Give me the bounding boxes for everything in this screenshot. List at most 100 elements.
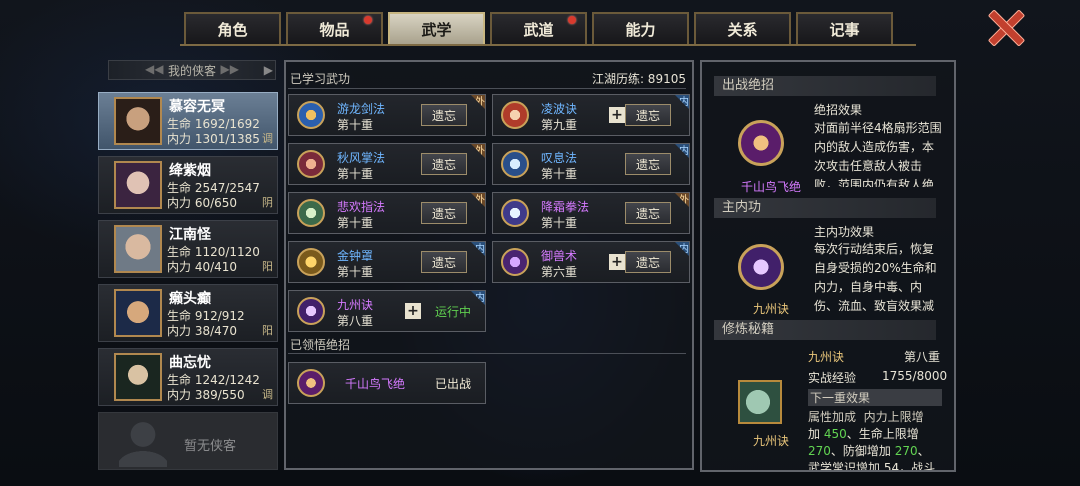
divider [288, 353, 686, 354]
skill-slot[interactable]: 悲欢指法 第十重 遗忘 外 [288, 192, 486, 234]
skill-level: 第九重 [541, 118, 578, 132]
my-heroes-header: ◀◀ 我的侠客 ▶▶ ▶ [108, 60, 276, 80]
tab-journal[interactable]: 记事 [796, 12, 893, 44]
hero-portrait [114, 353, 162, 401]
ultimate-big-icon[interactable] [738, 120, 784, 166]
ultimate-name: 千山鸟飞绝 [345, 377, 406, 391]
manual-level: 第八重 [904, 350, 941, 364]
hero-portrait [114, 225, 162, 273]
skill-slot[interactable]: 御兽术 第六重 + 遗忘 内 [492, 241, 690, 283]
ultimate-effect-title: 绝招效果 [814, 103, 863, 117]
hero-name: 曲忘忧 [169, 355, 211, 371]
manual-exp-value: 1755/8000 [882, 369, 948, 383]
finger-skill-icon [297, 199, 325, 227]
upgrade-plus-button[interactable]: + [405, 303, 421, 319]
tab-abilities[interactable]: 能力 [592, 12, 689, 44]
tab-martial-arts[interactable]: 武学 [388, 12, 485, 44]
notification-dot-icon [568, 16, 576, 24]
experience-counter: 江湖历练: 89105 [591, 72, 686, 86]
hero-name: 癞头癫 [169, 291, 211, 307]
attr-label: 属性加成 [808, 410, 857, 424]
beast-skill-icon [501, 248, 529, 276]
forget-button[interactable]: 遗忘 [625, 251, 671, 273]
skill-name: 游龙剑法 [337, 102, 386, 116]
attr-text: 加 [808, 427, 821, 441]
hero-card[interactable]: 慕容无冥 生命 1692/1692 内力 1301/1385 调 [98, 92, 278, 150]
skill-level: 第八重 [337, 314, 374, 328]
inner-effect-text: 每次行动结束后，恢复自身受损的20%生命和内力，自身中毒、内伤、流血、致盲效果减… [814, 242, 937, 313]
forget-button[interactable]: 遗忘 [421, 251, 467, 273]
hero-name: 江南怪 [169, 227, 211, 243]
skill-name: 御兽术 [541, 249, 578, 263]
skill-slot[interactable]: 叹息法 第十重 遗忘 内 [492, 143, 690, 185]
skill-type-badge: 外 [471, 193, 485, 207]
hero-portrait [114, 289, 162, 337]
manual-name: 九州诀 [808, 350, 845, 364]
empty-hero-slot[interactable]: 暂无侠客 [98, 412, 278, 470]
forget-button[interactable]: 遗忘 [421, 202, 467, 224]
tab-label: 武道 [523, 20, 554, 39]
expand-arrow-icon[interactable]: ▶ [264, 63, 273, 77]
close-icon[interactable] [986, 8, 1024, 46]
forget-button[interactable]: 遗忘 [625, 153, 671, 175]
attribute-line-2: 加 450、生命上限增 [808, 425, 919, 442]
tab-label: 物品 [319, 20, 350, 39]
upgrade-plus-button[interactable]: + [609, 107, 625, 123]
tab-relations[interactable]: 关系 [694, 12, 791, 44]
skill-slot[interactable]: 降霜拳法 第十重 遗忘 外 [492, 192, 690, 234]
inner-effect-title: 主内功效果 [814, 225, 875, 239]
skill-name: 金钟罩 [337, 249, 374, 263]
skill-type-badge: 内 [675, 242, 689, 256]
attr-text: 、防御增加 [830, 444, 891, 458]
notification-dot-icon [364, 16, 372, 24]
skill-level: 第十重 [337, 265, 374, 279]
attr-value: 270 [894, 444, 918, 458]
hero-card[interactable]: 癞头癫 生命 912/912 内力 38/470 阳 [98, 284, 278, 342]
upgrade-plus-button[interactable]: + [609, 254, 625, 270]
tab-martial-way[interactable]: 武道 [490, 12, 587, 44]
my-heroes-label: 我的侠客 [167, 63, 216, 78]
tab-character[interactable]: 角色 [184, 12, 281, 44]
hero-tag: 阳 [262, 324, 273, 337]
hero-name: 绛紫烟 [169, 163, 211, 179]
skill-slot[interactable]: 秋风掌法 第十重 遗忘 外 [288, 143, 486, 185]
attr-text: 、生命上限增 [846, 427, 919, 441]
skill-name: 叹息法 [541, 151, 578, 165]
ultimate-slot[interactable]: 千山鸟飞绝 已出战 [288, 362, 486, 404]
nine-states-skill-icon [297, 297, 325, 325]
skill-slot[interactable]: 九州诀 第八重 + 运行中 内 [288, 290, 486, 332]
empty-slot-label: 暂无侠客 [184, 439, 237, 454]
forget-button[interactable]: 遗忘 [625, 104, 671, 126]
ultimate-section-title: 已领悟绝招 [290, 338, 351, 352]
forget-button[interactable]: 遗忘 [421, 104, 467, 126]
footwork-skill-icon [501, 101, 529, 129]
forget-button[interactable]: 遗忘 [421, 153, 467, 175]
tab-items[interactable]: 物品 [286, 12, 383, 44]
inner-skill-big-icon[interactable] [738, 244, 784, 290]
attribute-line-1: 属性加成 内力上限增 [808, 408, 924, 425]
hero-card[interactable]: 江南怪 生命 1120/1120 内力 40/410 阳 [98, 220, 278, 278]
hero-card[interactable]: 绛紫烟 生命 2547/2547 内力 60/650 阴 [98, 156, 278, 214]
hero-name: 慕容无冥 [169, 99, 225, 115]
hero-mp: 内力 1301/1385 [167, 132, 260, 146]
inner-skill-name: 九州诀 [752, 302, 789, 316]
divider [288, 88, 686, 89]
attribute-line-4: 武学常识增加 54，战斗 [808, 461, 936, 470]
skill-type-badge: 内 [471, 242, 485, 256]
ultimate-skill-icon [297, 369, 325, 397]
hero-list: 慕容无冥 生命 1692/1692 内力 1301/1385 调 绛紫烟 生命 … [98, 92, 278, 476]
hero-mp: 内力 40/410 [167, 260, 238, 274]
skill-level: 第十重 [337, 118, 374, 132]
skill-slot[interactable]: 金钟罩 第十重 遗忘 内 [288, 241, 486, 283]
palm-skill-icon [297, 150, 325, 178]
skill-level: 第十重 [541, 167, 578, 181]
hero-tag: 调 [262, 132, 273, 145]
manual-book-icon[interactable] [738, 380, 782, 424]
skill-type-badge: 外 [471, 95, 485, 109]
hero-tag: 阴 [262, 196, 273, 209]
hero-card[interactable]: 曲忘忧 生命 1242/1242 内力 389/550 调 [98, 348, 278, 406]
skill-slot[interactable]: 游龙剑法 第十重 遗忘 外 [288, 94, 486, 136]
forget-button[interactable]: 遗忘 [625, 202, 671, 224]
skill-slot[interactable]: 凌波诀 第九重 + 遗忘 内 [492, 94, 690, 136]
sword-skill-icon [297, 101, 325, 129]
